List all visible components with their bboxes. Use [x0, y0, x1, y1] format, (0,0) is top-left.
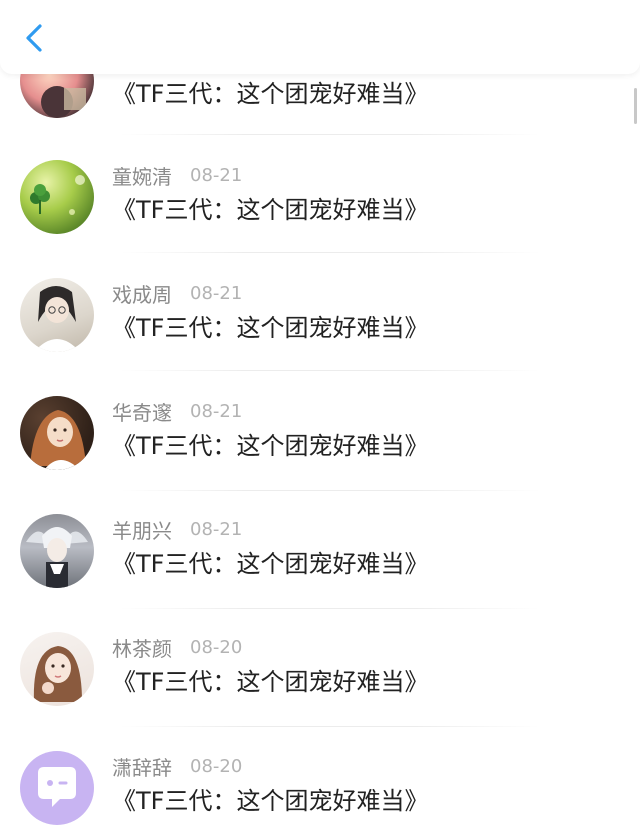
divider	[120, 134, 540, 135]
message-date: 08-21	[190, 518, 243, 540]
message-text: 《TF三代：这个团宠好难当》	[112, 432, 429, 460]
message-date: 08-20	[190, 755, 243, 777]
list-item[interactable]: 羊朋兴 08-21 《TF三代：这个团宠好难当》	[0, 514, 640, 632]
list-item[interactable]: 潇辞辞 08-20 《TF三代：这个团宠好难当》	[0, 751, 640, 828]
row-meta: 华奇邃 08-21	[112, 396, 242, 426]
list-item[interactable]: 林茶颜 08-20 《TF三代：这个团宠好难当》	[0, 632, 640, 750]
sender-name: 童婉清	[112, 164, 172, 189]
message-text: 《TF三代：这个团宠好难当》	[112, 668, 429, 696]
girl-portrait-icon	[33, 646, 82, 702]
message-text: 《TF三代：这个团宠好难当》	[112, 196, 429, 224]
divider	[120, 726, 540, 727]
message-text: 《TF三代：这个团宠好难当》	[112, 80, 429, 108]
avatar[interactable]	[20, 396, 94, 470]
message-text: 《TF三代：这个团宠好难当》	[112, 787, 429, 815]
chevron-left-icon	[26, 24, 42, 52]
message-text: 《TF三代：这个团宠好难当》	[112, 314, 429, 342]
avatar[interactable]	[20, 514, 94, 588]
divider	[120, 490, 540, 491]
message-date: 08-21	[190, 164, 243, 186]
list-item[interactable]: 华奇邃 08-21 《TF三代：这个团宠好难当》	[0, 396, 640, 514]
divider	[120, 252, 540, 253]
message-list[interactable]: 《TF三代：这个团宠好难当》 童婉清 08-21 《TF三代：这个团宠好难当》	[0, 0, 640, 828]
message-date: 08-21	[190, 282, 243, 304]
scrollbar[interactable]	[634, 88, 637, 124]
message-text: 《TF三代：这个团宠好难当》	[112, 550, 429, 578]
list-item[interactable]: 戏成周 08-21 《TF三代：这个团宠好难当》	[0, 278, 640, 396]
avatar[interactable]	[20, 751, 94, 825]
screen: 《TF三代：这个团宠好难当》 童婉清 08-21 《TF三代：这个团宠好难当》	[0, 0, 640, 828]
divider	[120, 608, 540, 609]
back-button[interactable]	[16, 18, 56, 58]
row-meta: 林茶颜 08-20	[112, 632, 242, 662]
top-bar	[0, 0, 640, 74]
row-meta: 戏成周 08-21	[112, 278, 242, 308]
avatar[interactable]	[20, 160, 94, 234]
anime-character-icon	[26, 527, 88, 588]
sender-name: 戏成周	[112, 282, 172, 307]
sender-name: 羊朋兴	[112, 518, 172, 543]
sender-name: 林茶颜	[112, 636, 172, 661]
girl-photo-icon	[30, 410, 86, 470]
list-item[interactable]: 童婉清 08-21 《TF三代：这个团宠好难当》	[0, 160, 640, 278]
divider	[120, 370, 540, 371]
sender-name: 华奇邃	[112, 400, 172, 425]
clover-icon	[30, 175, 85, 215]
message-date: 08-20	[190, 636, 243, 658]
sender-name: 潇辞辞	[112, 755, 172, 780]
row-meta: 潇辞辞 08-20	[112, 751, 242, 781]
row-meta: 羊朋兴 08-21	[112, 514, 242, 544]
girl-sketch-icon	[34, 286, 80, 352]
chat-bubble-icon	[38, 767, 76, 807]
message-date: 08-21	[190, 400, 243, 422]
avatar[interactable]	[20, 632, 94, 706]
row-meta: 童婉清 08-21	[112, 160, 242, 190]
avatar[interactable]	[20, 278, 94, 352]
